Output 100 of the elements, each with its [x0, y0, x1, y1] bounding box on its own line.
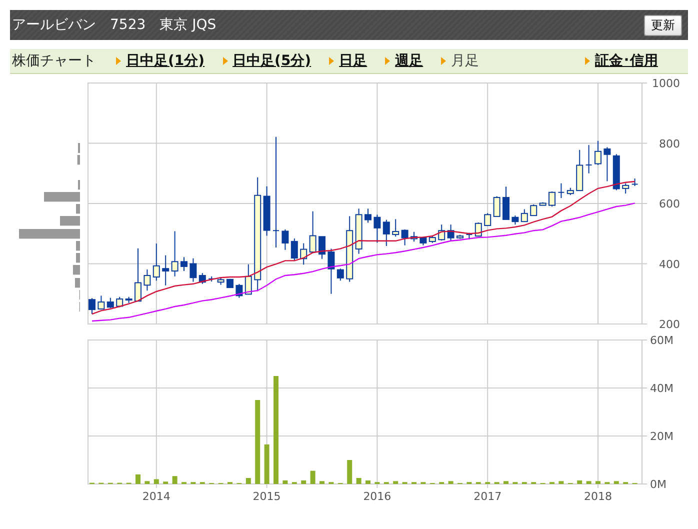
- nav-title: 株価チャート: [12, 52, 96, 70]
- candlestick: [309, 210, 316, 252]
- candlestick: [152, 243, 160, 282]
- volume-bar: [586, 481, 592, 484]
- volume-bar: [596, 481, 600, 484]
- candlestick: [236, 283, 243, 298]
- chart-period-tab[interactable]: 週足: [395, 52, 424, 70]
- candlestick: [530, 204, 538, 216]
- candlestick: [217, 276, 224, 286]
- candlestick: [456, 234, 464, 240]
- refresh-button[interactable]: 更新: [644, 14, 682, 36]
- candlestick: [282, 228, 289, 250]
- candlestick: [106, 297, 114, 309]
- candlestick: [410, 231, 418, 242]
- market-name: 東京 JQS: [160, 16, 216, 34]
- candlestick: [548, 190, 556, 207]
- axis-label: 20M: [650, 430, 674, 443]
- candlestick: [346, 216, 354, 282]
- candlestick: [539, 202, 546, 206]
- candlestick: [374, 214, 381, 244]
- candlestick: [594, 140, 602, 166]
- candlestick: [484, 212, 492, 226]
- volume-bar: [558, 481, 564, 484]
- candlestick: [336, 268, 344, 282]
- volume-bar: [614, 481, 619, 484]
- margin-link[interactable]: 証金･信用: [595, 52, 658, 70]
- candlestick: [328, 248, 335, 294]
- chart-period-tab[interactable]: 日足: [339, 52, 368, 70]
- volume-bar: [172, 476, 178, 484]
- candlestick: [116, 296, 124, 308]
- candlestick: [382, 219, 390, 246]
- candlestick: [558, 182, 565, 199]
- volume-bar: [366, 480, 370, 484]
- candlestick: [502, 186, 510, 220]
- axis-label: 2015: [252, 490, 281, 503]
- volume-bar: [393, 481, 398, 484]
- stock-code: 7523: [110, 17, 146, 33]
- axis-label: 40M: [650, 382, 674, 395]
- axis-label: 0M: [650, 478, 666, 491]
- candlestick: [631, 178, 638, 187]
- candlestick: [612, 154, 620, 191]
- arrow-icon: [329, 57, 334, 65]
- candlestick: [474, 222, 482, 237]
- candlestick: [190, 258, 197, 282]
- candlestick: [144, 268, 151, 292]
- axis-label: 2017: [474, 490, 502, 503]
- axis-label: 200: [659, 318, 680, 331]
- candlestick: [438, 224, 446, 242]
- axis-label: 400: [659, 258, 680, 271]
- volume-bar: [577, 480, 582, 484]
- axis-label: 2018: [584, 490, 612, 503]
- axis-label: 600: [659, 198, 680, 210]
- volume-bar: [282, 480, 288, 484]
- candlestick: [198, 272, 206, 284]
- company-name: アールビバン: [12, 16, 96, 34]
- axis-label: 60M: [650, 334, 674, 347]
- arrow-icon: [441, 57, 446, 65]
- candlestick: [134, 248, 142, 302]
- candlestick: [466, 232, 473, 240]
- candlestick: [420, 236, 427, 246]
- candlestick: [392, 218, 400, 238]
- volume-bar: [448, 481, 454, 484]
- axis-label: 2014: [142, 490, 170, 503]
- volume-bar: [264, 444, 270, 484]
- volume-bar: [301, 480, 306, 484]
- chart-period-tab[interactable]: 日中足(5分): [232, 52, 312, 70]
- candlestick: [566, 187, 574, 196]
- arrow-icon: [222, 57, 228, 65]
- candlestick: [364, 208, 372, 224]
- candlestick: [263, 186, 270, 236]
- candlestick: [520, 208, 528, 222]
- axis-label: 1000: [652, 77, 680, 90]
- candlestick: [290, 238, 298, 261]
- arrow-icon: [385, 57, 390, 65]
- chart-period-tab[interactable]: 日中足(1分): [126, 52, 205, 70]
- candlestick: [318, 236, 326, 260]
- volume-bar: [246, 478, 251, 484]
- axis-label: 800: [659, 137, 680, 150]
- volume-bar: [136, 474, 140, 484]
- arrow-icon: [116, 57, 121, 65]
- candlestick: [88, 298, 96, 315]
- volume-bar: [356, 478, 362, 484]
- volume-bar: [320, 481, 324, 484]
- candlestick: [180, 256, 188, 272]
- candlestick: [98, 295, 105, 310]
- candlestick: [355, 208, 362, 254]
- chart-period-tab[interactable]: 月足: [451, 52, 480, 70]
- candlestick: [447, 224, 454, 242]
- volume-bar: [144, 481, 150, 484]
- candlestick: [604, 146, 611, 182]
- volume-bar: [154, 479, 159, 484]
- volume-bar: [163, 482, 168, 484]
- candlestick: [512, 215, 519, 226]
- axis-label: 2016: [363, 490, 392, 503]
- candlestick: [171, 230, 178, 277]
- candlestick: [493, 196, 500, 217]
- candlestick: [622, 182, 630, 194]
- volume-bar: [310, 470, 316, 484]
- candlestick: [585, 144, 592, 174]
- candlestick: [244, 264, 252, 295]
